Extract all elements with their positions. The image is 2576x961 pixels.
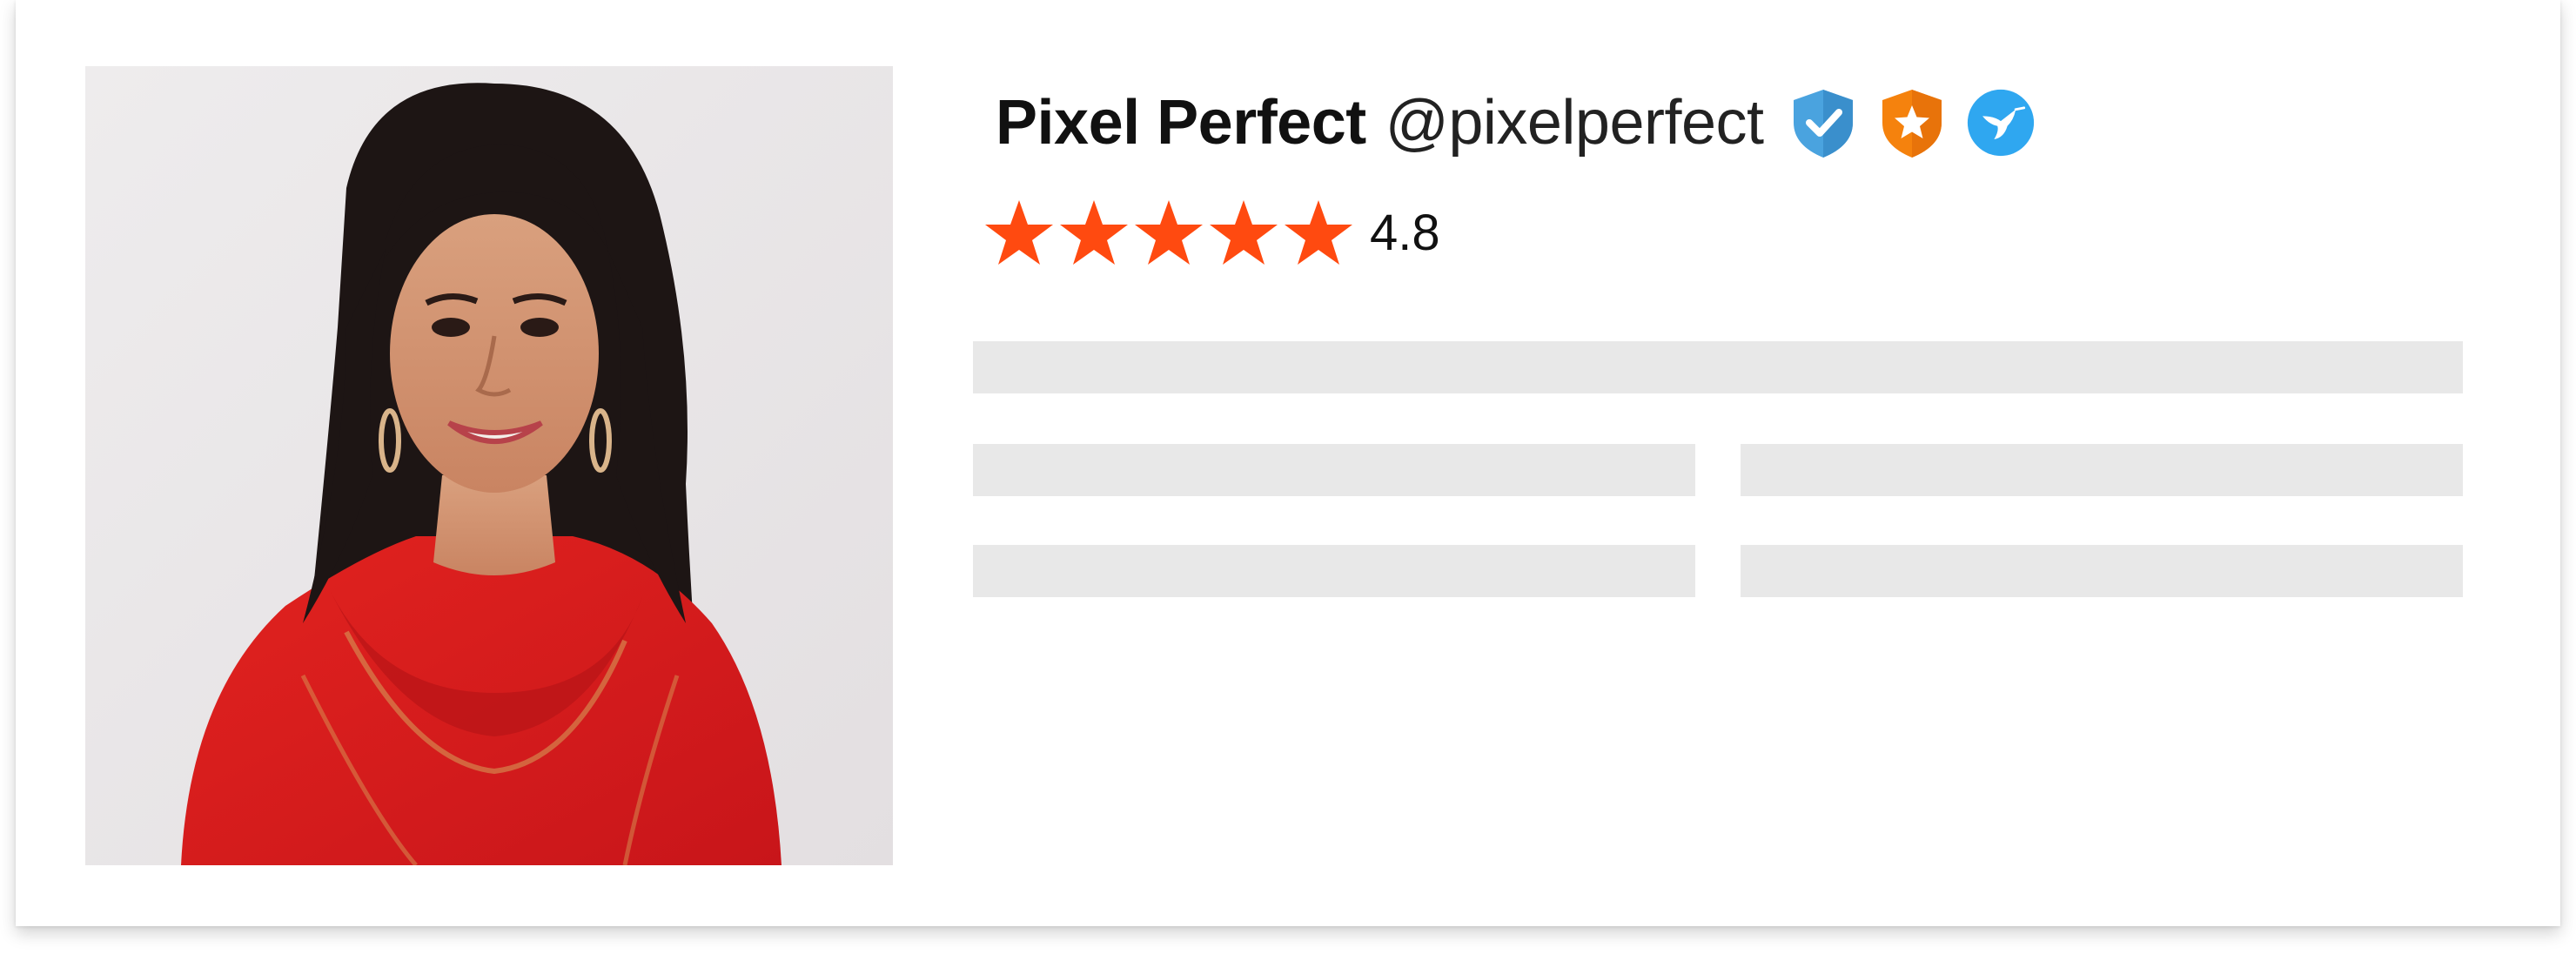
rating: 4.8 [982,193,1440,272]
placeholder-line-right [1741,545,2463,597]
placeholder-line-left [973,545,1695,597]
profile-photo [85,66,893,865]
placeholder-line-right [1741,444,2463,496]
verified-shield-icon [1793,90,1853,158]
star-icon [1135,200,1203,265]
profile-name: Pixel Perfect [996,88,1366,158]
placeholder-line-full [973,341,2463,393]
placeholder-line-left [973,444,1695,496]
profile-header: Pixel Perfect @pixelperfect [996,84,2036,162]
star-icon [1285,200,1352,265]
star-shield-icon [1882,90,1942,158]
star-icon [1210,200,1278,265]
hummingbird-icon [1967,89,2034,157]
profile-card: Pixel Perfect @pixelperfect 4.8 [16,0,2560,926]
badge-group [1788,86,2036,159]
rating-value: 4.8 [1370,204,1440,261]
star-icon [1060,200,1128,265]
profile-handle[interactable]: @pixelperfect [1385,87,1764,158]
star-icon [985,200,1053,265]
